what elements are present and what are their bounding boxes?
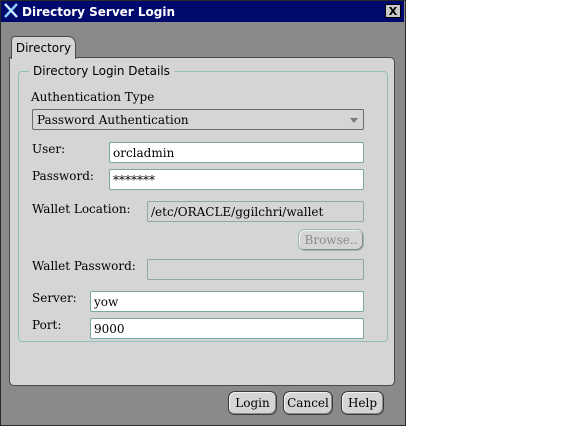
cancel-button[interactable]: Cancel bbox=[283, 391, 333, 415]
browse-button[interactable]: Browse.. bbox=[298, 229, 364, 251]
port-label: Port: bbox=[32, 318, 62, 332]
login-button[interactable]: Login bbox=[228, 391, 277, 415]
auth-type-select[interactable]: Password Authentication bbox=[32, 109, 364, 130]
port-field[interactable]: 9000 bbox=[90, 318, 364, 339]
user-field[interactable]: orcladmin bbox=[109, 142, 364, 163]
password-label: Password: bbox=[32, 169, 94, 183]
browse-label: Browse.. bbox=[304, 233, 358, 247]
window-title: Directory Server Login bbox=[22, 4, 176, 19]
wallet-location-label: Wallet Location: bbox=[32, 202, 131, 216]
title-bar[interactable]: Directory Server Login bbox=[1, 1, 404, 22]
server-field[interactable]: yow bbox=[90, 291, 364, 312]
wallet-location-value: /etc/ORACLE/ggilchri/wallet bbox=[151, 204, 324, 219]
auth-type-label: Authentication Type bbox=[31, 90, 155, 104]
close-label: X bbox=[388, 4, 398, 18]
user-label: User: bbox=[32, 142, 66, 156]
cancel-label: Cancel bbox=[287, 396, 329, 410]
auth-type-value: Password Authentication bbox=[37, 112, 189, 127]
password-value: ******* bbox=[113, 172, 155, 187]
wallet-password-label: Wallet Password: bbox=[32, 259, 136, 273]
user-value: orcladmin bbox=[113, 145, 175, 160]
x-window-icon bbox=[4, 3, 18, 18]
help-button[interactable]: Help bbox=[341, 391, 384, 415]
port-value: 9000 bbox=[94, 321, 125, 336]
server-value: yow bbox=[94, 294, 119, 309]
login-label: Login bbox=[235, 396, 270, 410]
help-label: Help bbox=[347, 396, 378, 410]
tab-directory[interactable]: Directory bbox=[11, 36, 76, 59]
close-icon[interactable]: X bbox=[385, 4, 401, 18]
password-field[interactable]: ******* bbox=[109, 169, 364, 190]
group-title: Directory Login Details bbox=[29, 64, 174, 78]
wallet-location-field: /etc/ORACLE/ggilchri/wallet bbox=[147, 201, 364, 222]
chevron-down-icon bbox=[350, 118, 358, 123]
wallet-password-field bbox=[147, 259, 364, 280]
tab-directory-label: Directory bbox=[15, 41, 72, 55]
server-label: Server: bbox=[32, 291, 77, 305]
